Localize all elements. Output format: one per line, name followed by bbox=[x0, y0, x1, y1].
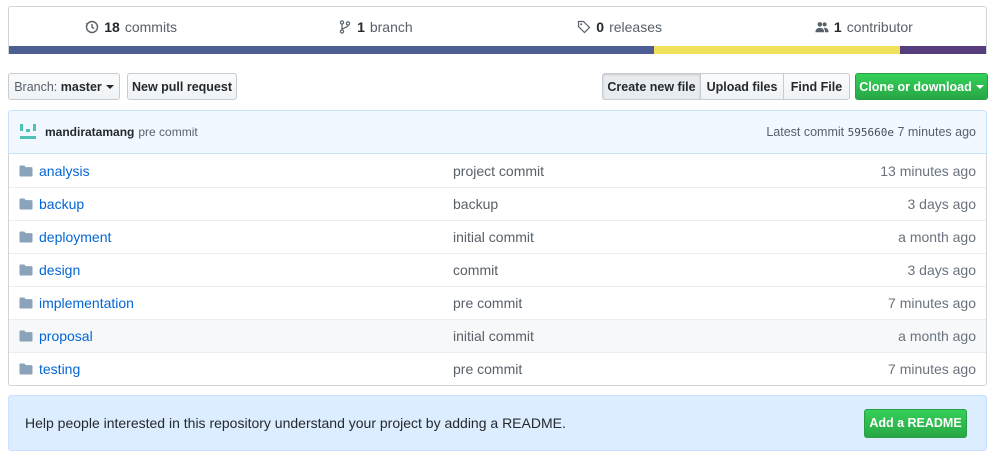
history-icon bbox=[85, 20, 99, 34]
releases-count: 0 bbox=[596, 19, 605, 35]
folder-icon bbox=[9, 330, 39, 342]
add-readme-button[interactable]: Add a README bbox=[864, 408, 967, 438]
file-row[interactable]: deployment initial commit a month ago bbox=[9, 220, 986, 253]
file-name-link[interactable]: analysis bbox=[39, 163, 453, 179]
file-commit-message[interactable]: project commit bbox=[453, 163, 880, 179]
file-age: 7 minutes ago bbox=[888, 361, 976, 377]
commit-author[interactable]: mandiratamang bbox=[45, 125, 134, 139]
commits-link[interactable]: 18 commits bbox=[9, 19, 253, 35]
file-name-link[interactable]: design bbox=[39, 262, 453, 278]
file-list: analysis project commit 13 minutes ago back… bbox=[8, 154, 987, 386]
caret-down-icon bbox=[105, 84, 114, 89]
commits-label: commits bbox=[124, 19, 177, 35]
language-bar-segment[interactable] bbox=[900, 46, 986, 54]
file-row[interactable]: analysis project commit 13 minutes ago bbox=[9, 154, 986, 187]
folder-icon bbox=[9, 297, 39, 309]
contributors-link[interactable]: 1 contributor bbox=[742, 19, 986, 35]
branches-link[interactable]: 1 branch bbox=[253, 19, 497, 35]
file-name-link[interactable]: backup bbox=[39, 196, 453, 212]
folder-icon bbox=[9, 231, 39, 243]
file-name-link[interactable]: proposal bbox=[39, 328, 453, 344]
latest-commit-bar: mandiratamang pre commit Latest commit 5… bbox=[8, 110, 987, 154]
commit-message[interactable]: pre commit bbox=[138, 125, 197, 139]
contributor-count: 1 bbox=[833, 19, 842, 35]
file-row[interactable]: proposal initial commit a month ago bbox=[9, 319, 986, 352]
folder-icon bbox=[9, 264, 39, 276]
file-commit-message[interactable]: initial commit bbox=[453, 229, 898, 245]
file-name-link[interactable]: deployment bbox=[39, 229, 453, 245]
people-icon bbox=[815, 22, 829, 33]
branch-prefix: Branch: bbox=[14, 79, 58, 94]
clone-or-download-button[interactable]: Clone or download bbox=[855, 73, 988, 100]
commit-time: 7 minutes ago bbox=[897, 125, 976, 139]
branch-label: branch bbox=[369, 19, 413, 35]
git-branch-icon bbox=[339, 20, 351, 34]
readme-prompt: Help people interested in this repositor… bbox=[8, 395, 987, 451]
file-commit-message[interactable]: pre commit bbox=[453, 361, 888, 377]
upload-files-button[interactable]: Upload files bbox=[700, 73, 784, 100]
tag-icon bbox=[578, 20, 591, 34]
folder-icon bbox=[9, 165, 39, 177]
file-commit-message[interactable]: commit bbox=[453, 262, 908, 278]
branch-name: master bbox=[60, 79, 102, 94]
file-age: 3 days ago bbox=[907, 262, 977, 278]
clone-or-download-label: Clone or download bbox=[859, 79, 972, 94]
file-age: a month ago bbox=[898, 328, 976, 344]
avatar[interactable] bbox=[19, 123, 37, 141]
contributor-label: contributor bbox=[846, 19, 913, 35]
file-age: 7 minutes ago bbox=[888, 295, 976, 311]
file-row[interactable]: testing pre commit 7 minutes ago bbox=[9, 352, 986, 385]
latest-commit-label: Latest commit bbox=[766, 125, 845, 139]
file-age: a month ago bbox=[898, 229, 976, 245]
file-name-link[interactable]: implementation bbox=[39, 295, 453, 311]
file-age: 3 days ago bbox=[907, 196, 977, 212]
releases-link[interactable]: 0 releases bbox=[498, 19, 742, 35]
latest-commit-info: Latest commit 595660e 7 minutes ago bbox=[766, 125, 976, 139]
file-age: 13 minutes ago bbox=[880, 162, 976, 179]
language-bar-segment[interactable] bbox=[9, 46, 654, 54]
file-row[interactable]: design commit 3 days ago bbox=[9, 253, 986, 286]
file-commit-message[interactable]: pre commit bbox=[453, 295, 888, 311]
file-row[interactable]: implementation pre commit 7 minutes ago bbox=[9, 286, 986, 319]
language-bar-segment[interactable] bbox=[653, 46, 901, 54]
language-bar[interactable] bbox=[9, 46, 986, 54]
new-pull-request-button[interactable]: New pull request bbox=[127, 73, 237, 100]
commits-count: 18 bbox=[104, 19, 120, 35]
file-actions-group: Create new file Upload files Find File bbox=[602, 73, 850, 100]
repo-summary: 18 commits 1 branch 0 releases 1 contrib… bbox=[8, 6, 987, 54]
file-row[interactable]: backup backup 3 days ago bbox=[9, 187, 986, 220]
file-commit-message[interactable]: backup bbox=[453, 196, 908, 212]
folder-icon bbox=[9, 198, 39, 210]
readme-prompt-text: Help people interested in this repositor… bbox=[25, 415, 566, 431]
branch-select-button[interactable]: Branch: master bbox=[8, 73, 120, 100]
caret-down-icon bbox=[975, 84, 984, 89]
file-commit-message[interactable]: initial commit bbox=[453, 328, 898, 344]
releases-label: releases bbox=[609, 19, 662, 35]
find-file-button[interactable]: Find File bbox=[783, 73, 850, 100]
create-new-file-button[interactable]: Create new file bbox=[602, 73, 701, 100]
commit-sha[interactable]: 595660e bbox=[848, 126, 894, 139]
branch-count: 1 bbox=[357, 19, 365, 35]
folder-icon bbox=[9, 363, 39, 375]
file-name-link[interactable]: testing bbox=[39, 361, 453, 377]
